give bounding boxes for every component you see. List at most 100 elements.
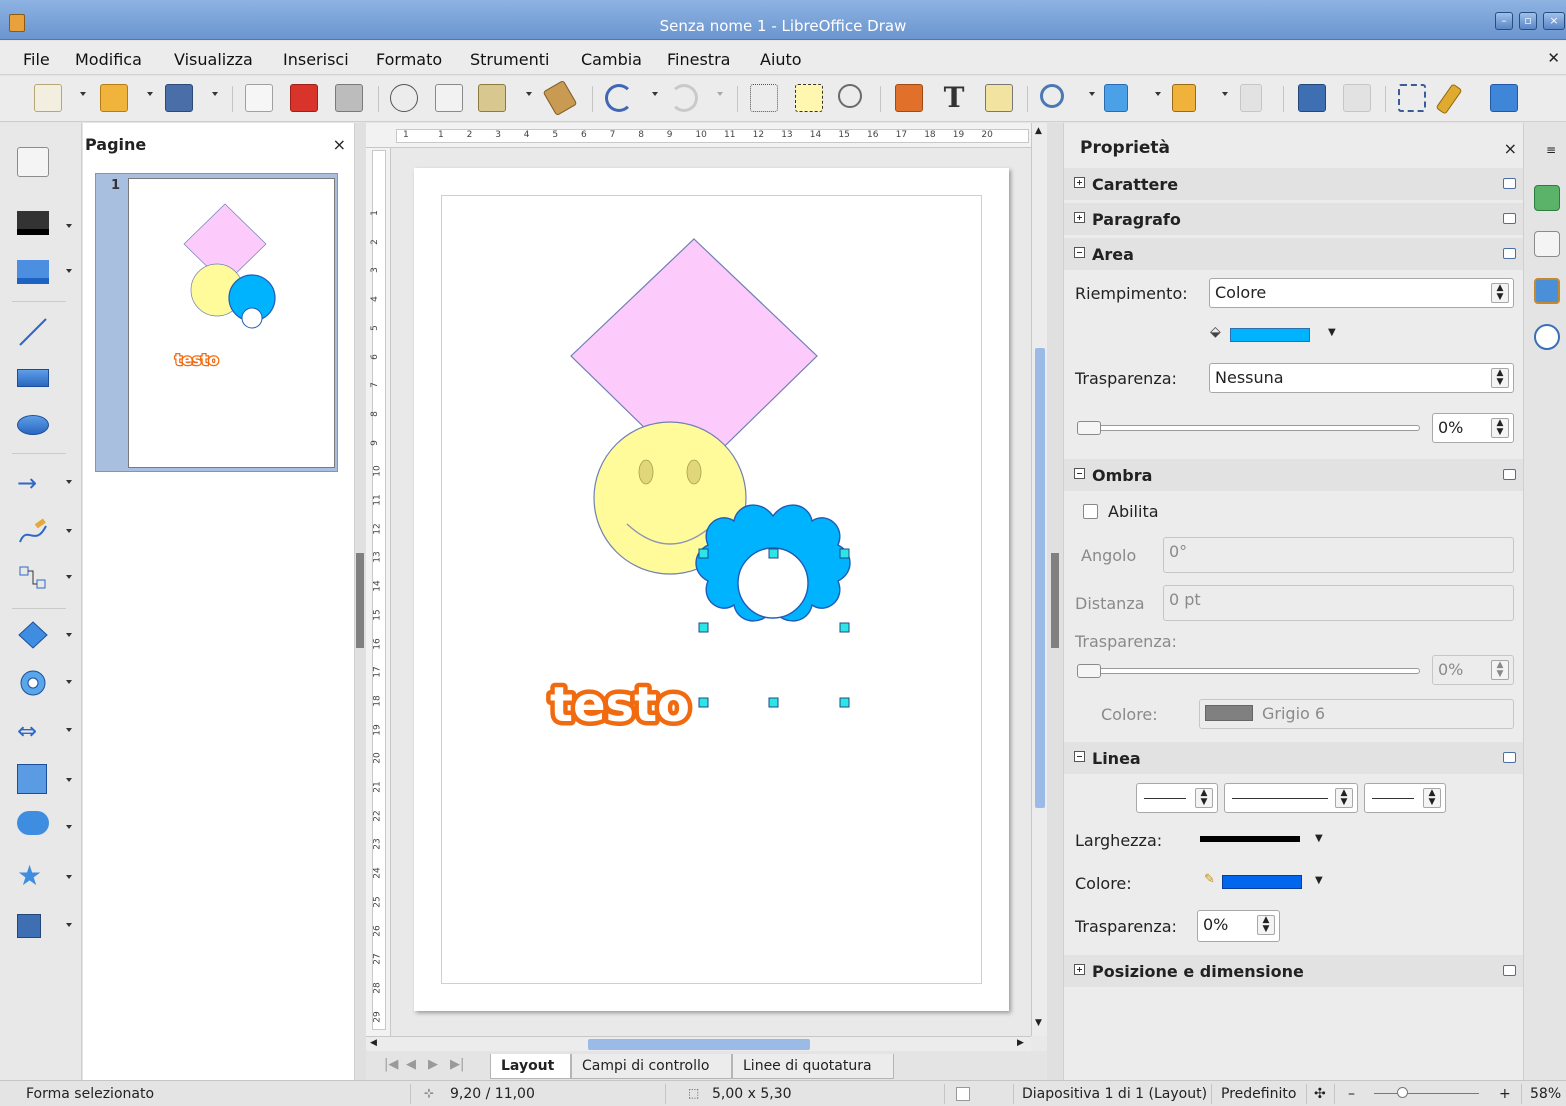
lines-arrows-dropdown-icon[interactable] — [66, 480, 72, 484]
spin-arrows-icon[interactable]: ▲ ▼ — [1491, 418, 1509, 438]
cut-icon[interactable] — [390, 84, 418, 112]
fill-color-icon[interactable] — [17, 260, 49, 284]
connector-dropdown-icon[interactable] — [66, 575, 72, 579]
align-icon[interactable] — [1104, 84, 1128, 112]
connector-icon[interactable] — [17, 563, 49, 593]
section-area[interactable]: Area — [1064, 238, 1524, 270]
stars-icon[interactable]: ★ — [17, 862, 49, 892]
shadow-icon[interactable] — [1298, 84, 1326, 112]
image-icon[interactable] — [895, 84, 923, 112]
scroll-left-icon[interactable]: ◀ — [370, 1038, 377, 1048]
open-folder-icon[interactable] — [100, 84, 128, 112]
toggle-extrusion-icon[interactable] — [1490, 84, 1518, 112]
3d-objects-dropdown-icon[interactable] — [66, 923, 72, 927]
horizontal-scrollbar[interactable]: ◀ ▶ — [366, 1036, 1031, 1051]
redo-dropdown-icon[interactable] — [717, 92, 723, 96]
export-pdf-icon[interactable] — [290, 84, 318, 112]
fill-type-select[interactable]: Colore ▲ ▼ — [1209, 278, 1514, 308]
scroll-right-icon[interactable]: ▶ — [1017, 1038, 1024, 1048]
menu-inserisci[interactable]: Inserisci — [283, 50, 349, 69]
collapse-icon[interactable] — [1074, 247, 1085, 258]
menu-file[interactable]: File — [23, 50, 50, 69]
tab-layout[interactable]: Layout — [490, 1054, 571, 1079]
save-icon[interactable] — [165, 84, 193, 112]
points-icon[interactable] — [1398, 84, 1426, 112]
line-width-dropdown-icon[interactable]: ▼ — [1315, 833, 1323, 844]
more-options-icon[interactable] — [1503, 178, 1516, 189]
new-dropdown-icon[interactable] — [80, 92, 86, 96]
save-dropdown-icon[interactable] — [212, 92, 218, 96]
menu-strumenti[interactable]: Strumenti — [470, 50, 549, 69]
select-arrow-icon[interactable] — [17, 147, 49, 177]
callouts-dropdown-icon[interactable] — [66, 825, 72, 829]
spin-arrows-icon[interactable]: ▲ ▼ — [1257, 915, 1275, 935]
spin-arrows-icon[interactable]: ▲ ▼ — [1491, 660, 1509, 680]
collapse-icon[interactable] — [1074, 468, 1085, 479]
shadow-color-select[interactable]: Grigio 6 — [1199, 699, 1514, 729]
area-transparency-select[interactable]: Nessuna ▲ ▼ — [1209, 363, 1514, 393]
pages-pane-splitter[interactable] — [355, 123, 366, 1080]
undo-dropdown-icon[interactable] — [652, 92, 658, 96]
export-icon[interactable] — [245, 84, 273, 112]
slider-knob[interactable] — [1077, 664, 1101, 678]
pages-close-icon[interactable]: × — [333, 135, 346, 154]
expand-icon[interactable] — [1074, 212, 1085, 223]
line-end-arrow-select[interactable]: ▲ ▼ — [1364, 783, 1446, 813]
basic-shapes-dropdown-icon[interactable] — [66, 633, 72, 637]
minimize-icon[interactable]: – — [1495, 12, 1513, 30]
zoom-in-button[interactable]: + — [1499, 1086, 1511, 1102]
menu-modifica[interactable]: Modifica — [75, 50, 142, 69]
testo-fontwork-text[interactable]: testo — [546, 673, 695, 738]
grid-icon[interactable] — [750, 84, 778, 112]
navigator-deck-icon[interactable] — [1534, 324, 1560, 350]
line-color-dropdown-icon[interactable]: ▼ — [1315, 875, 1323, 886]
open-dropdown-icon[interactable] — [147, 92, 153, 96]
print-icon[interactable] — [335, 84, 363, 112]
more-options-icon[interactable] — [1503, 213, 1516, 224]
flowchart-icon[interactable] — [17, 764, 47, 794]
sidebar-splitter[interactable] — [1047, 123, 1063, 1080]
sidebar-menu-icon[interactable]: ≡ — [1546, 143, 1556, 157]
shadow-angle-select[interactable]: 0° — [1163, 537, 1514, 573]
scroll-down-icon[interactable]: ▼ — [1035, 1018, 1042, 1028]
menu-finestra[interactable]: Finestra — [667, 50, 730, 69]
clone-formatting-icon[interactable] — [542, 79, 578, 117]
line-transparency-spin[interactable]: 0% ▲ ▼ — [1197, 910, 1280, 942]
align-dropdown-icon[interactable] — [1155, 92, 1161, 96]
line-icon[interactable] — [17, 317, 49, 347]
text-box-icon[interactable]: T — [940, 84, 968, 112]
arrange-dropdown-icon[interactable] — [1222, 92, 1228, 96]
collapse-icon[interactable] — [1074, 751, 1085, 762]
page-thumbnail-1[interactable]: 1 testo — [95, 173, 338, 472]
block-arrows-dropdown-icon[interactable] — [66, 728, 72, 732]
area-transparency-slider[interactable] — [1077, 421, 1420, 435]
copy-icon[interactable] — [435, 84, 463, 112]
slider-knob[interactable] — [1077, 421, 1101, 435]
paste-dropdown-icon[interactable] — [526, 92, 532, 96]
fill-color-dropdown-icon[interactable]: ▼ — [1328, 327, 1336, 338]
line-color-dropdown-icon[interactable] — [66, 224, 72, 228]
more-options-icon[interactable] — [1503, 965, 1516, 976]
expand-icon[interactable] — [1074, 964, 1085, 975]
fill-color-dropdown-icon[interactable] — [66, 269, 72, 273]
symbol-shapes-flower-icon[interactable] — [17, 668, 49, 698]
basic-shapes-diamond-icon[interactable] — [17, 620, 49, 650]
first-tab-icon[interactable]: |◀ — [384, 1057, 398, 1072]
section-carattere[interactable]: Carattere — [1064, 168, 1524, 200]
undo-icon[interactable] — [605, 84, 633, 112]
flowchart-dropdown-icon[interactable] — [66, 778, 72, 782]
glue-points-icon[interactable] — [1435, 83, 1463, 115]
block-arrows-icon[interactable]: ⇔ — [17, 718, 49, 748]
line-color-icon[interactable] — [17, 211, 49, 235]
menu-visualizza[interactable]: Visualizza — [174, 50, 253, 69]
horizontal-scroll-thumb[interactable] — [588, 1039, 810, 1050]
menu-cambia[interactable]: Cambia — [581, 50, 642, 69]
menu-formato[interactable]: Formato — [376, 50, 442, 69]
properties-deck-icon[interactable] — [1534, 185, 1560, 211]
zoom-slider[interactable] — [1374, 1093, 1479, 1094]
horizontal-ruler[interactable]: 1 1 2 3 4 5 6 7 8 9 10 11 12 13 14 15 16 17 18 19 20 — [366, 123, 1031, 148]
shadow-transparency-slider[interactable] — [1077, 664, 1420, 678]
crop-icon[interactable] — [1343, 84, 1371, 112]
vertical-scroll-thumb[interactable] — [1035, 348, 1045, 808]
scroll-up-icon[interactable]: ▲ — [1035, 126, 1042, 136]
